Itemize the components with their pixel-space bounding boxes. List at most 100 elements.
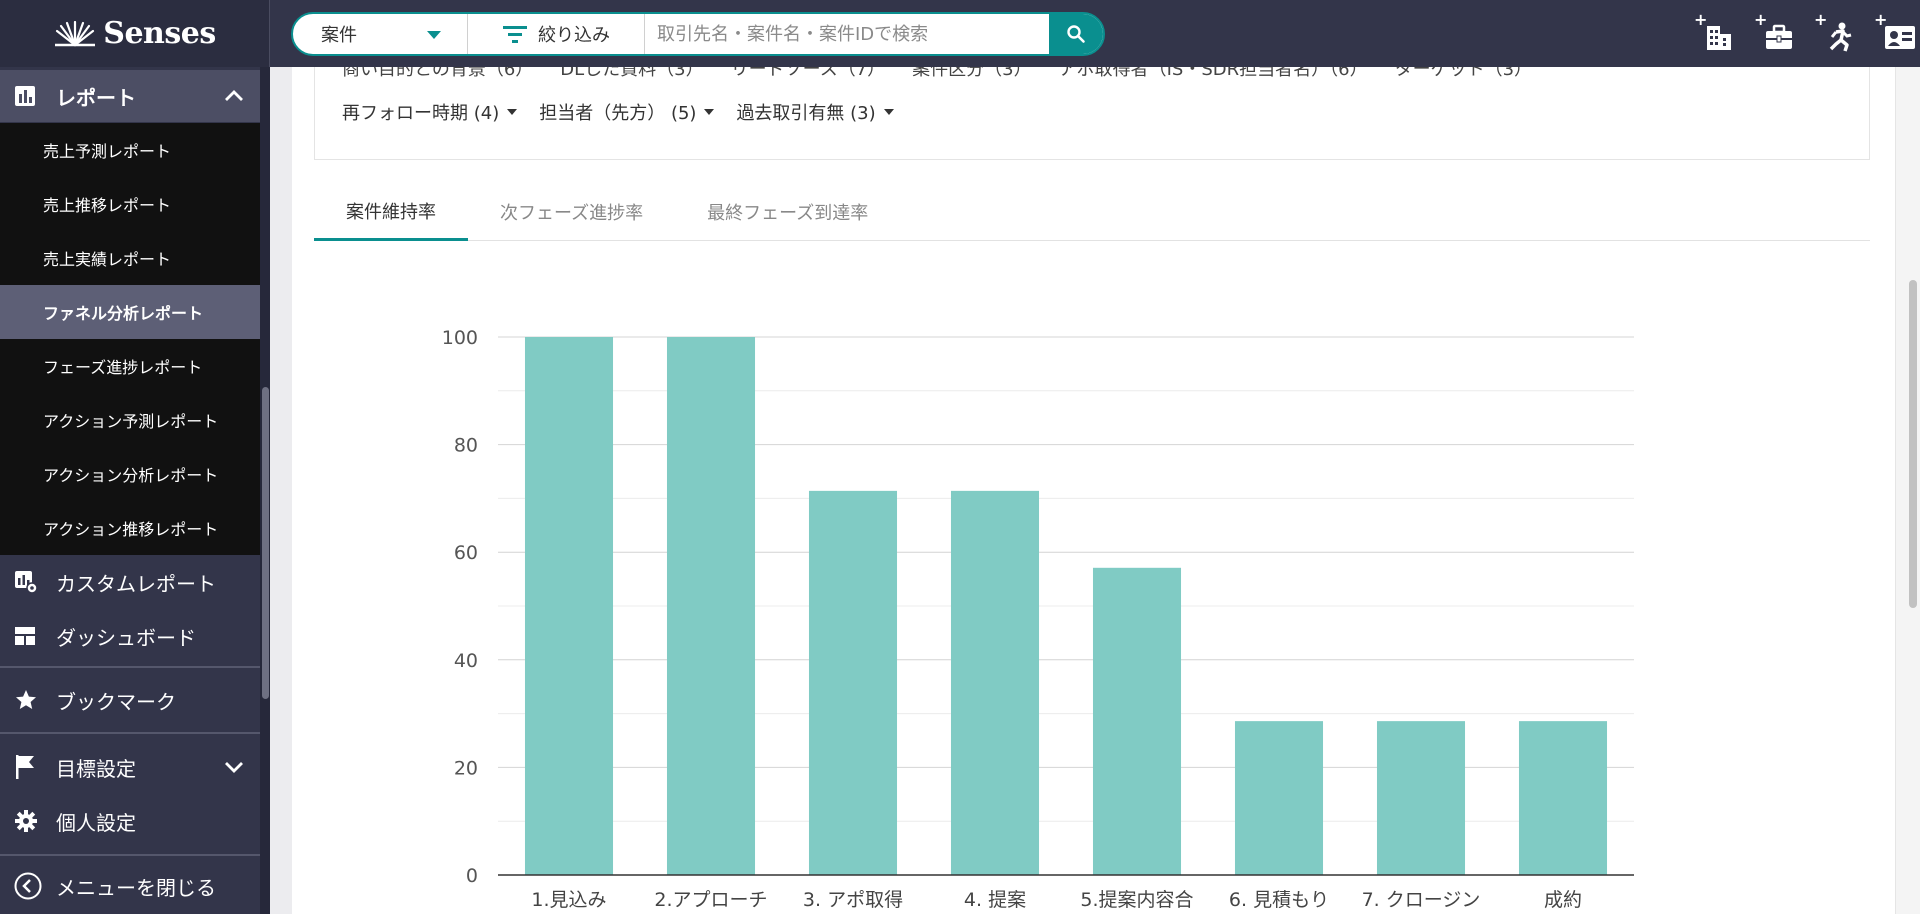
filter-chip-refollow-period[interactable]: 再フォロー時期 (4) bbox=[342, 99, 518, 125]
running-person-icon bbox=[1829, 22, 1852, 52]
sidebar-item-report[interactable]: レポート bbox=[0, 70, 260, 122]
sidebar-item-sales-trend-report[interactable]: 売上推移レポート bbox=[0, 177, 260, 231]
sidebar-item-goal-setting[interactable]: 目標設定 bbox=[0, 740, 260, 794]
sidebar-item-label: 個人設定 bbox=[56, 810, 136, 835]
tab-next-phase-progress-rate[interactable]: 次フェーズ進捗率 bbox=[468, 183, 675, 241]
sidebar-item-bookmark[interactable]: ブックマーク bbox=[0, 673, 260, 727]
sidebar-scroll-thumb[interactable] bbox=[262, 387, 269, 699]
global-search-bar: 案件 絞り込み bbox=[291, 12, 1105, 56]
app-header: Senses 案件 絞り込み + bbox=[0, 0, 1920, 67]
sidebar-item-label: 売上推移レポート bbox=[43, 196, 172, 215]
close-menu-button[interactable]: メニューを閉じる bbox=[0, 859, 260, 913]
close-menu-label: メニューを閉じる bbox=[56, 875, 216, 900]
main-content: 商い目的との背景（6） DLした資料（3） リードソース（7） 案件区分（3） … bbox=[292, 67, 1895, 914]
funnel-bar-chart: 0 20 40 60 80 100 1.見込み 2.アプローチ 3. アポ取得 4. 提案 5.提案… bbox=[442, 327, 1634, 914]
custom-report-icon bbox=[15, 571, 38, 594]
senses-logo[interactable]: Senses bbox=[0, 0, 270, 67]
x-tick-label: 2.アプローチ bbox=[654, 889, 767, 911]
search-input[interactable] bbox=[645, 14, 1049, 54]
sidebar-item-phase-progress-report[interactable]: フェーズ進捗レポート bbox=[0, 339, 260, 393]
add-contact-button[interactable]: + bbox=[1874, 12, 1918, 54]
category-select-value: 案件 bbox=[321, 25, 357, 46]
y-tick-label: 40 bbox=[454, 650, 478, 672]
x-tick-label: 成約 bbox=[1544, 889, 1582, 911]
sidebar-divider bbox=[0, 732, 260, 734]
add-action-button[interactable]: + bbox=[1814, 12, 1858, 54]
sidebar-item-label: ブックマーク bbox=[56, 689, 176, 714]
gear-icon bbox=[15, 810, 37, 832]
y-tick-label: 80 bbox=[454, 435, 478, 457]
y-tick-label: 0 bbox=[466, 865, 478, 887]
x-tick-label: 6. 見積もり bbox=[1229, 889, 1329, 911]
sidebar-divider bbox=[0, 666, 260, 668]
sidebar-item-label: 売上実績レポート bbox=[43, 250, 172, 269]
bar bbox=[808, 490, 898, 875]
x-tick-label: 5.提案内容合意済 bbox=[1080, 889, 1193, 914]
x-tick-label: 7. クロージング bbox=[1362, 889, 1481, 914]
chevron-up-icon bbox=[225, 90, 243, 101]
caret-down-icon bbox=[507, 109, 518, 115]
chevron-down-icon bbox=[225, 762, 243, 773]
filter-chip-label: 担当者（先方） (5) bbox=[539, 103, 697, 124]
filter-chip-past-transaction[interactable]: 過去取引有無 (3) bbox=[736, 99, 894, 125]
sidebar-item-personal-settings[interactable]: 個人設定 bbox=[0, 794, 260, 848]
sidebar-item-label: アクション予測レポート bbox=[43, 412, 219, 431]
sidebar-item-funnel-analysis-report[interactable]: ファネル分析レポート bbox=[0, 285, 260, 339]
filter-chip-label: 再フォロー時期 (4) bbox=[342, 103, 500, 124]
caret-down-icon bbox=[883, 109, 894, 115]
add-company-button[interactable]: + bbox=[1694, 12, 1738, 54]
add-deal-button[interactable]: + bbox=[1754, 12, 1798, 54]
category-select[interactable]: 案件 bbox=[293, 14, 468, 54]
sidebar-item-label: カスタムレポート bbox=[56, 571, 216, 596]
sidebar-item-sales-forecast-report[interactable]: 売上予測レポート bbox=[0, 123, 260, 177]
sidebar-item-label: ファネル分析レポート bbox=[43, 304, 204, 323]
logo-text: Senses bbox=[103, 16, 216, 51]
search-icon bbox=[1067, 25, 1085, 43]
search-button[interactable] bbox=[1049, 14, 1103, 54]
chevron-down-icon bbox=[427, 31, 441, 39]
x-tick-label: 3. アポ取得 bbox=[803, 889, 903, 911]
sidebar-item-dashboard[interactable]: ダッシュボード bbox=[0, 609, 260, 663]
filter-icon bbox=[503, 26, 527, 43]
sidebar-item-action-trend-report[interactable]: アクション推移レポート bbox=[0, 501, 260, 555]
y-tick-label: 100 bbox=[442, 327, 478, 349]
bar bbox=[950, 490, 1040, 875]
bar bbox=[666, 337, 756, 875]
sidebar-item-action-forecast-report[interactable]: アクション予測レポート bbox=[0, 393, 260, 447]
dashboard-icon bbox=[15, 627, 35, 645]
tab-final-phase-reach-rate[interactable]: 最終フェーズ到達率 bbox=[675, 183, 900, 241]
bar bbox=[1376, 721, 1466, 875]
filter-row-clipped[interactable]: 商い目的との背景（6） DLした資料（3） リードソース（7） 案件区分（3） … bbox=[342, 67, 1532, 81]
sidebar-item-action-analysis-report[interactable]: アクション分析レポート bbox=[0, 447, 260, 501]
filter-button-label: 絞り込み bbox=[538, 25, 610, 46]
filter-button[interactable]: 絞り込み bbox=[468, 14, 645, 54]
bar bbox=[1518, 721, 1608, 875]
flag-icon bbox=[16, 755, 34, 779]
report-chart-icon bbox=[15, 86, 35, 106]
y-tick-label: 20 bbox=[454, 757, 478, 779]
star-icon bbox=[16, 690, 36, 709]
sidebar-item-label: アクション分析レポート bbox=[43, 466, 219, 485]
contact-card-icon bbox=[1885, 26, 1915, 49]
y-tick-label: 60 bbox=[454, 542, 478, 564]
bar bbox=[1234, 721, 1324, 875]
page-scroll-thumb[interactable] bbox=[1909, 280, 1917, 608]
sidebar-item-label: 売上予測レポート bbox=[43, 142, 172, 161]
filter-chip-counterpart-owner[interactable]: 担当者（先方） (5) bbox=[539, 99, 715, 125]
sidebar-item-label: アクション推移レポート bbox=[43, 520, 219, 539]
briefcase-icon bbox=[1766, 24, 1792, 49]
sidebar-item-label: レポート bbox=[56, 85, 136, 110]
filter-panel: 商い目的との背景（6） DLした資料（3） リードソース（7） 案件区分（3） … bbox=[314, 67, 1870, 160]
tab-deal-retention-rate[interactable]: 案件維持率 bbox=[314, 183, 468, 241]
filter-chips: 再フォロー時期 (4) 担当者（先方） (5) 過去取引有無 (3) bbox=[342, 99, 894, 125]
filter-chip-label: 過去取引有無 (3) bbox=[736, 103, 876, 124]
sidebar-item-label: フェーズ進捗レポート bbox=[43, 358, 203, 377]
caret-down-icon bbox=[704, 109, 715, 115]
report-tabs: 案件維持率 次フェーズ進捗率 最終フェーズ到達率 bbox=[314, 183, 1870, 241]
sidebar-item-sales-result-report[interactable]: 売上実績レポート bbox=[0, 231, 260, 285]
sidebar-item-custom-report[interactable]: カスタムレポート bbox=[0, 555, 260, 609]
chevron-left-circle-icon bbox=[14, 872, 42, 900]
building-icon bbox=[1707, 26, 1731, 50]
x-tick-label: 4. 提案 bbox=[964, 889, 1026, 911]
sidebar: レポート 売上予測レポート 売上推移レポート 売上実績レポート ファネル分析レポ… bbox=[0, 67, 270, 914]
